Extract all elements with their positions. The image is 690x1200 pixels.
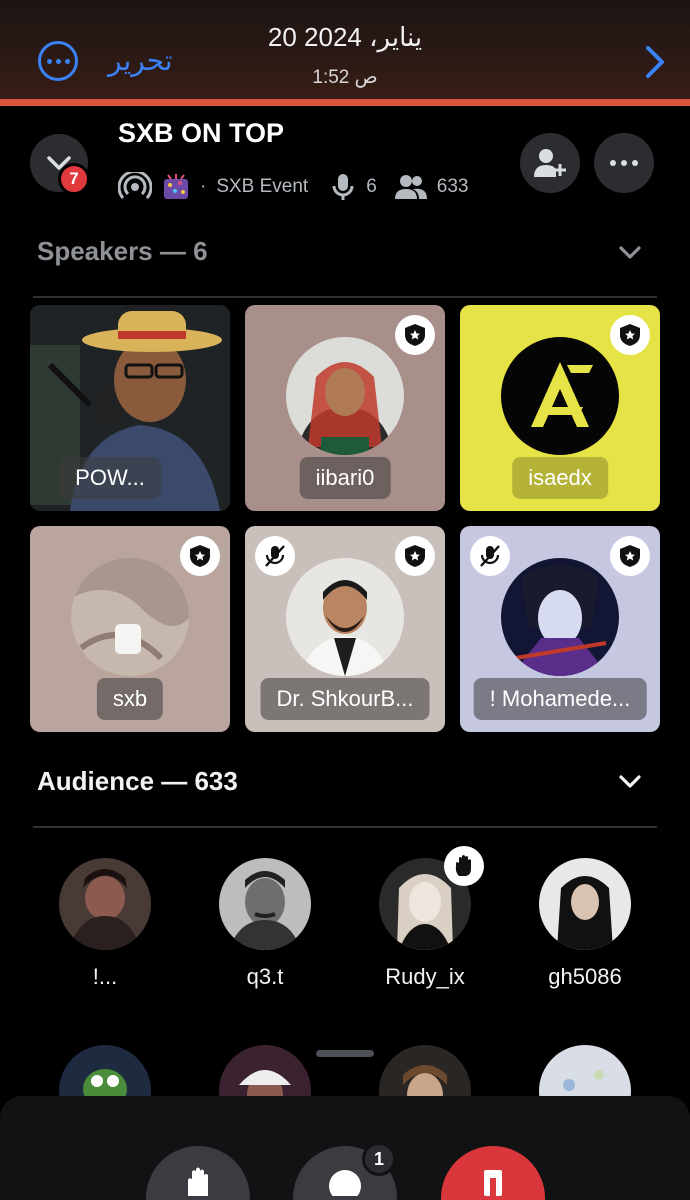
chevron-down-icon[interactable] (618, 245, 642, 261)
section-divider (33, 826, 657, 828)
speaker-name: sxb (96, 678, 164, 720)
speaker-tile[interactable]: isaedx (460, 305, 660, 511)
speak-request-count: 1 (362, 1142, 396, 1176)
add-user-icon (534, 149, 566, 177)
audience-name: gh5086 (548, 964, 622, 989)
more-options-button[interactable] (594, 133, 654, 193)
audience-header: Audience — 633 (37, 766, 238, 796)
shield-star-icon (610, 315, 650, 355)
listener-count: 633 (436, 176, 469, 197)
avatar (501, 337, 619, 455)
speaker-name: iibari0 (299, 457, 391, 499)
speaker-name: POW... (59, 457, 161, 499)
mic-off-icon (470, 536, 510, 576)
stage-title: SXB ON TOP (118, 118, 285, 148)
speaker-tile[interactable]: ! Mohamede... (460, 526, 660, 732)
audience-member[interactable]: gh5086 (530, 858, 640, 990)
avatar (219, 858, 311, 950)
audience-member[interactable]: q3.t (210, 858, 320, 990)
audience-name: q3.t (246, 964, 284, 989)
audience-name: !... (92, 964, 118, 989)
avatar (286, 337, 404, 455)
shield-star-icon (395, 536, 435, 576)
photo-time: 1:52 ص (312, 67, 378, 88)
meta-separator: · (200, 176, 207, 197)
invite-button[interactable] (520, 133, 580, 193)
mic-off-icon (255, 536, 295, 576)
speaker-tile[interactable]: Dr. ShkourB... (245, 526, 445, 732)
avatar (71, 558, 189, 676)
notification-badge: 7 (58, 163, 90, 195)
speaker-tile[interactable]: POW... (30, 305, 230, 511)
shield-star-icon (180, 536, 220, 576)
speaker-name: ! Mohamede... (473, 678, 647, 720)
audience-member[interactable]: !... (50, 858, 160, 990)
section-divider (33, 296, 657, 298)
speaker-name: isaedx (512, 457, 608, 499)
avatar (501, 558, 619, 676)
party-emoji-icon (164, 174, 188, 199)
avatar (539, 858, 631, 950)
header-accent-bar (0, 99, 690, 106)
chevron-right-icon[interactable] (640, 44, 670, 80)
speaker-tile[interactable]: iibari0 (245, 305, 445, 511)
drag-handle[interactable] (316, 1050, 374, 1057)
speakers-header: Speakers — 6 (37, 236, 208, 266)
request-to-speak-icon (329, 1170, 361, 1196)
stage-broadcast-icon (118, 172, 152, 199)
avatar (286, 558, 404, 676)
event-label: SXB Event (216, 176, 309, 197)
speaker-count: 6 (366, 176, 377, 197)
raised-hand-icon (444, 846, 484, 886)
stage-meta: · SXB Event 6 633 (118, 170, 469, 204)
microphone-icon (332, 174, 354, 200)
photo-viewer-header: تحرير 20 يناير، 2024 1:52 ص (0, 0, 690, 106)
audience-name: Rudy_ix (385, 964, 465, 989)
chevron-down-icon[interactable] (618, 774, 642, 790)
speaker-name: Dr. ShkourB... (260, 678, 430, 720)
leave-icon (484, 1170, 502, 1196)
speaker-tile[interactable]: sxb (30, 526, 230, 732)
avatar (59, 858, 151, 950)
shield-star-icon (395, 315, 435, 355)
raised-hand-icon (188, 1167, 208, 1196)
photo-date: 20 يناير، 2024 (267, 22, 423, 52)
shield-star-icon (610, 536, 650, 576)
listeners-icon (394, 175, 427, 199)
